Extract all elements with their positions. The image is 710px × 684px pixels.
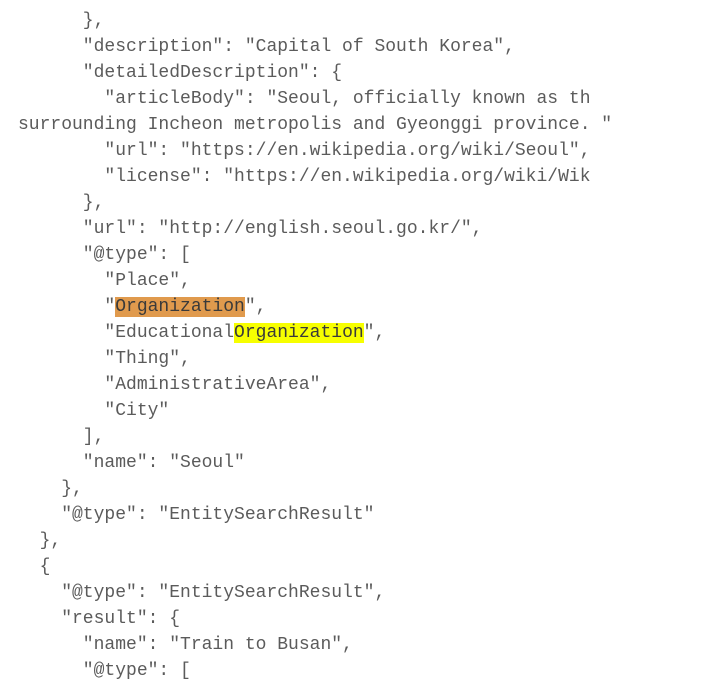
code-line: "name": "Train to Busan", (18, 635, 353, 655)
code-line: "@type": "EntitySearchResult", (18, 583, 385, 603)
code-line: "license": "https://en.wikipedia.org/wik… (18, 167, 591, 187)
code-line: "EducationalOrganization", (18, 323, 385, 343)
code-line: "articleBody": "Seoul, officially known … (18, 89, 591, 109)
highlight-organization-yellow: Organization (234, 323, 364, 343)
code-line: "@type": [ (18, 245, 191, 265)
code-line: }, (18, 11, 104, 31)
code-line: "url": "http://english.seoul.go.kr/", (18, 219, 482, 239)
code-line: "City" (18, 401, 169, 421)
code-line: "AdministrativeArea", (18, 375, 331, 395)
code-line: "Thing", (18, 349, 191, 369)
highlight-organization: Organization (115, 297, 245, 317)
code-line: "name": "Seoul" (18, 453, 245, 473)
code-line: "detailedDescription": { (18, 63, 342, 83)
code-line: "Place", (18, 271, 191, 291)
code-line: "url": "https://en.wikipedia.org/wiki/Se… (18, 141, 591, 161)
code-line: "@type": "EntitySearchResult" (18, 505, 374, 525)
code-line: surrounding Incheon metropolis and Gyeon… (18, 115, 612, 135)
code-line: "Organization", (18, 297, 266, 317)
code-line: { (18, 557, 50, 577)
code-line: ], (18, 427, 104, 447)
code-line: }, (18, 193, 104, 213)
code-line: "description": "Capital of South Korea", (18, 37, 515, 57)
code-line: "result": { (18, 609, 180, 629)
json-code-block: }, "description": "Capital of South Kore… (0, 0, 710, 684)
code-line: "@type": [ (18, 661, 191, 681)
code-line: }, (18, 479, 83, 499)
code-line: }, (18, 531, 61, 551)
